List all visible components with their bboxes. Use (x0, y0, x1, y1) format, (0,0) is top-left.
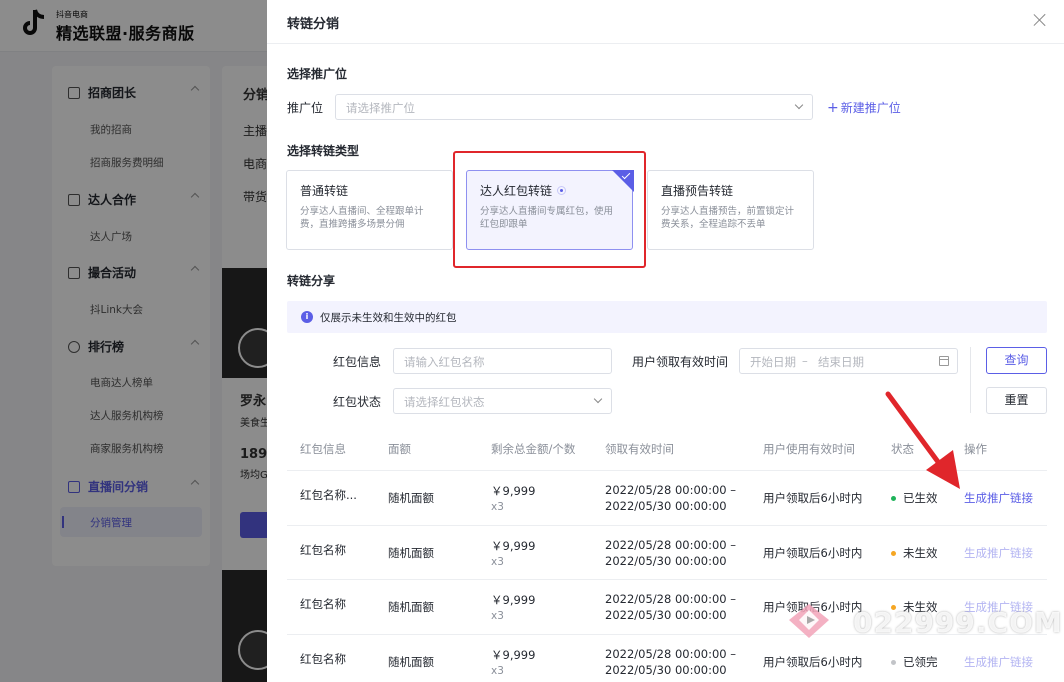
section-title-promo: 选择推广位 (287, 67, 348, 81)
filter-divider (970, 347, 971, 413)
table-header: 红包信息 (300, 442, 346, 456)
status-dot-icon (891, 551, 896, 556)
cell-count: x3 (491, 610, 504, 622)
table-header: 领取有效时间 (605, 442, 674, 456)
hb-status-placeholder: 请选择红包状态 (404, 395, 485, 409)
calendar-icon (939, 356, 949, 366)
cell-claim-time-start: 2022/05/28 00:00:00 – (605, 592, 736, 606)
table-header: 操作 (964, 442, 987, 456)
add-promo-link-label: 新建推广位 (840, 101, 901, 115)
cell-hb-name: 红包名称 (300, 652, 346, 666)
hb-name-placeholder: 请输入红包名称 (404, 355, 485, 369)
drawer-header: 转链分销 (267, 0, 1064, 44)
cell-amount: ￥9,999 (491, 648, 536, 662)
cell-hb-name: 红包名称 (300, 597, 346, 611)
cell-claim-time-end: 2022/05/30 00:00:00 (605, 554, 727, 568)
cell-face-value: 随机面额 (388, 655, 434, 669)
cell-claim-time-end: 2022/05/30 00:00:00 (605, 663, 727, 677)
cell-hb-name: 红包名称 (300, 543, 346, 557)
drawer-title: 转链分销 (287, 17, 340, 32)
chevron-down-icon (593, 394, 603, 404)
cell-amount: ￥9,999 (491, 593, 536, 607)
plus-icon: + (827, 100, 839, 116)
table-row: 红包名称 随机面额 ￥9,999 x3 2022/05/28 00:00:00 – 202… (287, 525, 1047, 579)
drawer-zhuanlian: 转链分销 选择推广位 推广位 请选择推广位 + 新建推广位 选择转链类型 普通转链… (267, 0, 1064, 682)
generate-link-button[interactable]: 生成推广链接 (964, 654, 1033, 670)
generate-link-button[interactable]: 生成推广链接 (964, 490, 1033, 506)
notice-text: 仅展示未生效和生效中的红包 (320, 312, 457, 324)
cell-claim-time-start: 2022/05/28 00:00:00 – (605, 647, 736, 661)
cell-claim-time-start: 2022/05/28 00:00:00 – (605, 538, 736, 552)
table-header: 剩余总金额/个数 (491, 442, 576, 456)
table-header: 面额 (388, 442, 411, 456)
cell-use-time: 用户领取后6小时内 (763, 491, 863, 505)
date-range-picker[interactable]: 开始日期 – 结束日期 (739, 348, 958, 374)
section-title-share: 转链分享 (287, 274, 336, 288)
hb-name-input[interactable]: 请输入红包名称 (393, 348, 612, 374)
cell-use-time: 用户领取后6小时内 (763, 546, 863, 560)
query-button[interactable]: 查询 (986, 347, 1047, 374)
hb-status-select[interactable]: 请选择红包状态 (393, 388, 612, 414)
table-row: 红包名称... 随机面额 ￥9,999 x3 2022/05/28 00:00:00 –… (287, 470, 1047, 524)
type-card-desc: 分享达人直播预告，前置锁定计费关系，全程追踪不丢单 (661, 206, 795, 230)
reset-button[interactable]: 重置 (986, 387, 1047, 414)
status-dot-icon (891, 496, 896, 501)
status-badge: 已生效 (891, 490, 938, 506)
start-date-placeholder: 开始日期 (750, 355, 796, 369)
add-promo-link[interactable]: + 新建推广位 (827, 99, 901, 116)
cell-claim-time-start: 2022/05/28 00:00:00 – (605, 483, 736, 497)
type-card-title: 普通转链 (300, 184, 349, 198)
status-badge: 已领完 (891, 654, 938, 670)
type-card-title: 直播预告转链 (661, 184, 734, 198)
cell-hb-name: 红包名称... (300, 488, 357, 502)
promo-select[interactable]: 请选择推广位 (335, 94, 813, 120)
table-header: 用户使用有效时间 (763, 442, 855, 456)
cell-count: x3 (491, 665, 504, 677)
annotation-highlight-box (453, 151, 646, 268)
cell-count: x3 (491, 501, 504, 513)
table-header: 状态 (891, 442, 914, 456)
type-card-normal[interactable]: 普通转链 分享达人直播间、全程跟单计费，直推跨播多场景分佣 (286, 170, 453, 250)
generate-link-button[interactable]: 生成推广链接 (964, 545, 1033, 561)
chevron-down-icon (794, 100, 804, 110)
type-card-preview[interactable]: 直播预告转链 分享达人直播预告，前置锁定计费关系，全程追踪不丢单 (647, 170, 814, 250)
cell-amount: ￥9,999 (491, 539, 536, 553)
promo-select-placeholder: 请选择推广位 (346, 101, 415, 115)
close-icon[interactable] (1032, 12, 1048, 28)
promo-label: 推广位 (287, 101, 324, 115)
cell-face-value: 随机面额 (388, 600, 434, 614)
status-text: 已领完 (903, 655, 938, 669)
cell-claim-time-end: 2022/05/30 00:00:00 (605, 608, 727, 622)
section-title-type: 选择转链类型 (287, 144, 360, 158)
hb-info-label: 红包信息 (333, 355, 382, 369)
valid-time-label: 用户领取有效时间 (632, 355, 729, 369)
cell-use-time: 用户领取后6小时内 (763, 655, 863, 669)
status-dot-icon (891, 660, 896, 665)
cell-face-value: 随机面额 (388, 491, 434, 505)
status-badge: 未生效 (891, 545, 938, 561)
status-text: 未生效 (903, 546, 938, 560)
cell-claim-time-end: 2022/05/30 00:00:00 (605, 499, 727, 513)
info-icon: i (301, 311, 313, 323)
cell-face-value: 随机面额 (388, 546, 434, 560)
status-text: 已生效 (903, 491, 938, 505)
hb-status-label: 红包状态 (333, 395, 382, 409)
notice-bar: i 仅展示未生效和生效中的红包 (287, 301, 1047, 333)
range-separator: – (802, 354, 808, 368)
watermark-text: 022999.COM (853, 606, 1063, 639)
cell-count: x3 (491, 556, 504, 568)
end-date-placeholder: 结束日期 (818, 355, 864, 369)
type-card-desc: 分享达人直播间、全程跟单计费，直推跨播多场景分佣 (300, 206, 424, 230)
cell-amount: ￥9,999 (491, 484, 536, 498)
